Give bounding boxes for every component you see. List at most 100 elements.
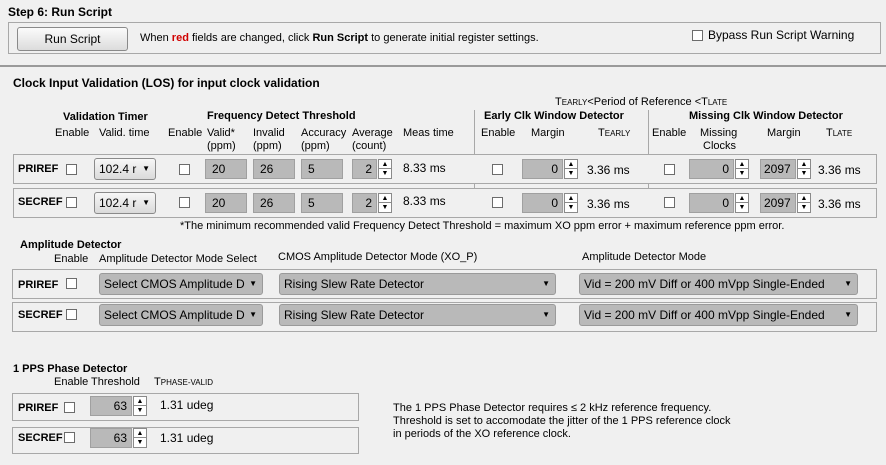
- col-missing-enable: Enable: [652, 127, 687, 139]
- bypass-warning-label: Bypass Run Script Warning: [708, 28, 855, 42]
- early-margin-stepper[interactable]: ▲ ▼: [564, 159, 578, 179]
- missing-clk-header: Missing Clk Window Detector: [689, 110, 843, 122]
- col-missing-clocks: Clocks: [703, 140, 737, 152]
- pps-title: 1 PPS Phase Detector: [13, 363, 128, 375]
- t-early-value: 3.36 ms: [587, 197, 630, 211]
- step6-title: Step 6: Run Script: [8, 5, 113, 19]
- missing-clocks-field[interactable]: 0: [689, 159, 734, 179]
- row-label: SECREF: [18, 196, 63, 208]
- early-enable-checkbox[interactable]: [492, 197, 503, 208]
- row-label: PRIREF: [18, 163, 59, 175]
- freq-enable-checkbox[interactable]: [179, 164, 190, 175]
- meas-time-value: 8.33 ms: [403, 194, 446, 208]
- timer-enable-checkbox[interactable]: [66, 164, 77, 175]
- pps-threshold-stepper[interactable]: ▲ ▼: [133, 396, 147, 416]
- col-average-count: (count): [352, 140, 387, 152]
- average-stepper[interactable]: ▲ ▼: [378, 193, 392, 213]
- amp-enable-checkbox[interactable]: [66, 278, 77, 289]
- pps-note-line3: in periods of the XO reference clock.: [393, 428, 571, 440]
- timer-enable-checkbox[interactable]: [66, 197, 77, 208]
- freq-detect-header: Frequency Detect Threshold: [207, 110, 356, 122]
- col-average: Average: [352, 127, 393, 139]
- pps-phase-valid-value: 1.31 udeg: [160, 398, 214, 412]
- pps-col-t: TPHASE-VALID: [154, 376, 214, 388]
- t-late-value: 3.36 ms: [818, 163, 861, 177]
- bypass-warning-checkbox[interactable]: [692, 30, 703, 41]
- section-divider: [0, 65, 886, 67]
- pps-enable-checkbox[interactable]: [64, 402, 75, 413]
- cmos-mode-dropdown[interactable]: Rising Slew Rate Detector ▼: [279, 304, 556, 326]
- los-title: Clock Input Validation (LOS) for input c…: [13, 76, 320, 90]
- accuracy-ppm-field[interactable]: 5: [301, 159, 343, 179]
- average-stepper[interactable]: ▲ ▼: [378, 159, 392, 179]
- missing-enable-checkbox[interactable]: [664, 197, 675, 208]
- col-freq-enable: Enable: [168, 127, 203, 139]
- amp-mode-dropdown[interactable]: Vid = 200 mV Diff or 400 mVpp Single-End…: [579, 273, 858, 295]
- col-enable: Enable: [55, 127, 90, 139]
- col-valid: Valid*: [207, 127, 235, 139]
- accuracy-ppm-field[interactable]: 5: [301, 193, 343, 213]
- col-valid-ppm: (ppm): [207, 140, 236, 152]
- col-meas-time: Meas time: [403, 127, 454, 139]
- pps-enable-checkbox[interactable]: [64, 432, 75, 443]
- early-enable-checkbox[interactable]: [492, 164, 503, 175]
- late-margin-stepper[interactable]: ▲ ▼: [797, 159, 811, 179]
- freq-footnote: *The minimum recommended valid Frequency…: [180, 220, 785, 232]
- invalid-ppm-field[interactable]: 26: [253, 159, 295, 179]
- col-early-enable: Enable: [481, 127, 516, 139]
- late-margin-stepper[interactable]: ▲ ▼: [797, 193, 811, 213]
- valid-ppm-field[interactable]: 20: [205, 193, 247, 213]
- valid-time-dropdown[interactable]: 102.4 r ▼: [94, 158, 156, 180]
- late-margin-field[interactable]: 2097: [760, 193, 796, 213]
- missing-clocks-stepper[interactable]: ▲ ▼: [735, 193, 749, 213]
- missing-enable-checkbox[interactable]: [664, 164, 675, 175]
- col-t-early: TEARLY: [598, 127, 631, 139]
- average-count-field[interactable]: 2: [352, 159, 377, 179]
- pps-col-enable: Enable: [54, 376, 89, 388]
- pps-note-line1: The 1 PPS Phase Detector requires ≤ 2 kH…: [393, 402, 712, 414]
- amp-title: Amplitude Detector: [20, 239, 122, 251]
- col-t-late: TLATE: [826, 127, 853, 139]
- pps-note-line2: Threshold is set to accomodate the jitte…: [393, 415, 731, 427]
- pps-col-threshold: Threshold: [91, 376, 140, 388]
- col-valid-time: Valid. time: [99, 127, 150, 139]
- valid-ppm-field[interactable]: 20: [205, 159, 247, 179]
- pps-threshold-stepper[interactable]: ▲ ▼: [133, 428, 147, 448]
- pps-threshold-field[interactable]: 63: [90, 428, 132, 448]
- early-margin-field[interactable]: 0: [522, 159, 563, 179]
- missing-clocks-stepper[interactable]: ▲ ▼: [735, 159, 749, 179]
- valid-time-dropdown[interactable]: 102.4 r ▼: [94, 192, 156, 214]
- run-script-button[interactable]: Run Script: [17, 27, 128, 51]
- row-label: PRIREF: [18, 279, 59, 291]
- amp-mode-select-dropdown[interactable]: Select CMOS Amplitude D ▼: [99, 273, 263, 295]
- pps-threshold-field[interactable]: 63: [90, 396, 132, 416]
- freq-enable-checkbox[interactable]: [179, 197, 190, 208]
- cmos-mode-dropdown[interactable]: Rising Slew Rate Detector ▼: [279, 273, 556, 295]
- validation-timer-header: Validation Timer: [63, 111, 148, 123]
- missing-clocks-field[interactable]: 0: [689, 193, 734, 213]
- col-accuracy: Accuracy: [301, 127, 347, 139]
- pps-phase-valid-value: 1.31 udeg: [160, 431, 214, 445]
- amp-mode-dropdown[interactable]: Vid = 200 mV Diff or 400 mVpp Single-End…: [579, 304, 858, 326]
- t-early-value: 3.36 ms: [587, 163, 630, 177]
- row-label: SECREF: [18, 432, 63, 444]
- average-count-field[interactable]: 2: [352, 193, 377, 213]
- late-margin-field[interactable]: 2097: [760, 159, 796, 179]
- t-late-value: 3.36 ms: [818, 197, 861, 211]
- early-clk-header: Early Clk Window Detector: [484, 110, 624, 122]
- col-early-margin: Margin: [531, 127, 565, 139]
- run-script-message: When red fields are changed, click Run S…: [140, 32, 539, 44]
- amp-mode-select-dropdown[interactable]: Select CMOS Amplitude D ▼: [99, 304, 263, 326]
- amp-enable-checkbox[interactable]: [66, 309, 77, 320]
- early-margin-field[interactable]: 0: [522, 193, 563, 213]
- col-accuracy-ppm: (ppm): [301, 140, 330, 152]
- amp-col-enable: Enable: [54, 253, 89, 265]
- col-missing: Missing: [700, 127, 738, 139]
- col-invalid-ppm: (ppm): [253, 140, 282, 152]
- early-margin-stepper[interactable]: ▲ ▼: [564, 193, 578, 213]
- col-invalid: Invalid: [253, 127, 285, 139]
- row-label: SECREF: [18, 309, 63, 321]
- row-label: PRIREF: [18, 402, 59, 414]
- amp-col-cmos: CMOS Amplitude Detector Mode (XO_P): [278, 251, 478, 263]
- invalid-ppm-field[interactable]: 26: [253, 193, 295, 213]
